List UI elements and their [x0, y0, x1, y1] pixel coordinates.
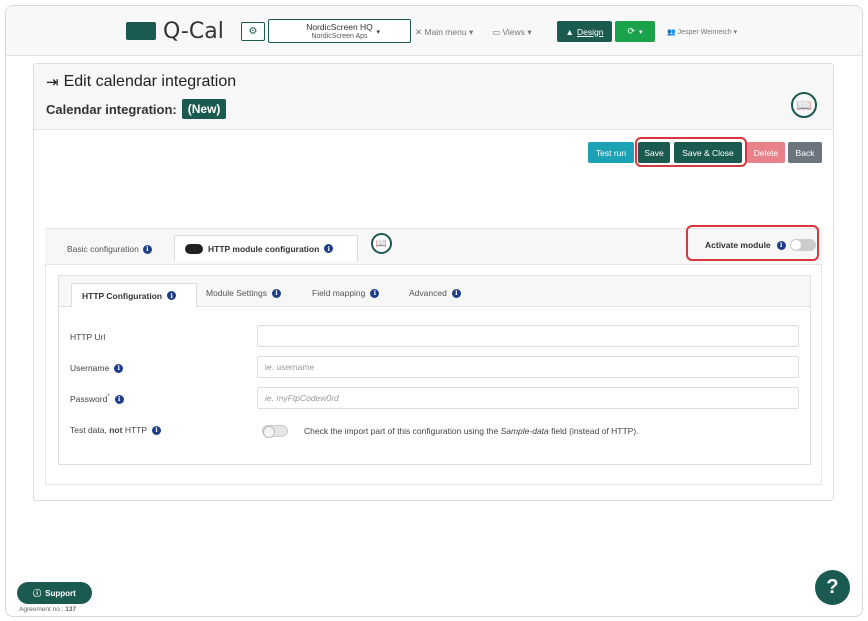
test-data-desc-pre: Check the import part of this configurat… [304, 426, 499, 436]
design-label: Design [576, 26, 604, 37]
info-icon[interactable]: i [152, 425, 162, 435]
status-badge: (New) [181, 99, 227, 119]
company-select[interactable]: NordicScreen HQ NordicScreen Aps ▾ [268, 19, 411, 43]
tools-icon: ✕ [415, 27, 423, 37]
support-button[interactable]: ⓘ Support [17, 582, 92, 604]
test-run-button[interactable]: Test run [588, 142, 634, 163]
test-data-post: HTTP [124, 425, 148, 435]
book-help-icon[interactable]: 📖 [371, 233, 392, 254]
company-name: NordicScreen HQ [306, 22, 373, 32]
info-icon[interactable]: i [324, 244, 334, 253]
page-title: ⇥ Edit calendar integration [46, 73, 236, 91]
main-menu-link[interactable]: ✕ Main menu ▾ [415, 27, 473, 38]
tab-module-settings[interactable]: Module Settings i [206, 288, 281, 298]
monitor-icon: ▭ [492, 27, 501, 37]
info-icon[interactable]: i [114, 394, 124, 404]
http-url-label: HTTP Url [70, 332, 105, 342]
company-sub: NordicScreen Aps [311, 33, 368, 40]
http-config-panel: HTTP Configuration i Module Settings i F… [58, 275, 811, 465]
views-link[interactable]: ▭ Views ▾ [492, 27, 532, 38]
sync-icon: ⟳ [627, 26, 636, 36]
user-name: Jesper Weinreich [677, 29, 732, 36]
info-icon[interactable]: i [167, 291, 177, 300]
logo-mark[interactable] [126, 22, 156, 40]
http-module-panel: HTTP Configuration i Module Settings i F… [45, 265, 822, 485]
agreement-number: Agreement no.: 137 [19, 606, 76, 613]
test-data-desc-em: Sample-data [500, 426, 549, 436]
sign-in-icon: ⇥ [46, 74, 59, 91]
tab-module-settings-label: Module Settings [206, 288, 267, 298]
test-data-toggle[interactable] [262, 425, 288, 439]
user-menu[interactable]: 👥 Jesper Weinreich ▾ [667, 28, 737, 36]
test-data-pre: Test data, [70, 425, 107, 435]
config-tab-bar: HTTP Configuration i Module Settings i F… [59, 276, 810, 307]
company-settings-button[interactable]: ⚙ [241, 22, 265, 41]
cloud-http-icon [185, 243, 203, 254]
password-label-word: Password [70, 394, 108, 404]
info-icon[interactable]: i [451, 288, 461, 298]
card-header: ⇥ Edit calendar integration Calendar int… [34, 64, 833, 130]
password-input[interactable]: ie. myFtpCodew0rd [257, 387, 799, 409]
save-buttons-highlight [635, 137, 747, 167]
support-label: Support [45, 588, 76, 598]
app-logo[interactable]: Q-Cal [163, 19, 224, 44]
tab-basic-label: Basic configuration [67, 244, 139, 254]
test-data-description: Check the import part of this configurat… [304, 426, 639, 436]
tab-http-module-configuration[interactable]: HTTP module configuration i [174, 235, 358, 261]
username-label-text: Username [70, 363, 110, 373]
username-input[interactable]: ie. username [257, 356, 799, 378]
info-icon[interactable]: i [114, 363, 124, 373]
page-subtitle: Calendar integration: (New) [46, 99, 227, 119]
info-icon[interactable]: i [271, 288, 281, 298]
chevron-down-icon: ▾ [527, 27, 532, 37]
design-button[interactable]: ▲ Design [557, 21, 612, 42]
delete-button[interactable]: Delete [747, 142, 785, 163]
test-data-toggle-switch[interactable] [262, 425, 288, 438]
required-mark: * [107, 394, 110, 401]
help-button[interactable]: ? [815, 570, 850, 605]
info-icon[interactable]: i [142, 244, 152, 254]
tab-field-mapping-label: Field mapping [312, 288, 366, 298]
views-label: Views [502, 27, 525, 37]
tab-http-configuration[interactable]: HTTP Configuration i [71, 283, 197, 307]
chevron-down-icon: ▾ [733, 29, 738, 36]
test-data-not: not [109, 425, 123, 435]
agreement-value: 137 [65, 606, 77, 613]
password-label: Password* i [70, 394, 124, 404]
page-title-text: Edit calendar integration [63, 73, 237, 90]
chevron-down-icon: ▾ [468, 27, 474, 37]
design-icon: ▲ [565, 26, 574, 37]
tab-advanced[interactable]: Advanced i [409, 288, 461, 298]
chevron-down-icon: ▾ [376, 29, 380, 36]
username-label: Username i [70, 363, 124, 373]
test-data-label-text: Test data, not HTTP [70, 425, 147, 435]
integration-card: ⇥ Edit calendar integration Calendar int… [33, 63, 834, 501]
chevron-down-icon: ▾ [639, 28, 643, 36]
tab-field-mapping[interactable]: Field mapping i [312, 288, 380, 298]
tab-http-label: HTTP module configuration [208, 243, 320, 254]
tab-http-config-label: HTTP Configuration [82, 290, 163, 301]
agreement-label: Agreement no.: [19, 606, 64, 613]
gears-icon: ⚙ [248, 26, 258, 37]
question-circle-icon: ⓘ [33, 588, 42, 598]
activate-module-highlight [686, 225, 819, 261]
password-label-text: Password* [70, 394, 110, 404]
users-icon: 👥 [667, 29, 676, 36]
http-url-label-text: HTTP Url [70, 332, 106, 342]
main-menu-label: Main menu [424, 27, 467, 37]
test-data-label: Test data, not HTTP i [70, 425, 162, 435]
tab-basic-configuration[interactable]: Basic configuration i [67, 244, 152, 254]
back-button[interactable]: Back [788, 142, 822, 163]
sync-dropdown-button[interactable]: ⟳ ▾ [615, 21, 655, 42]
test-data-desc-post: field (instead of HTTP). [551, 426, 639, 436]
http-url-input[interactable] [257, 325, 799, 347]
subtitle-text: Calendar integration: [46, 101, 177, 117]
info-icon[interactable]: i [370, 288, 380, 298]
book-help-icon[interactable]: 📖 [791, 92, 817, 118]
tab-advanced-label: Advanced [409, 288, 447, 298]
